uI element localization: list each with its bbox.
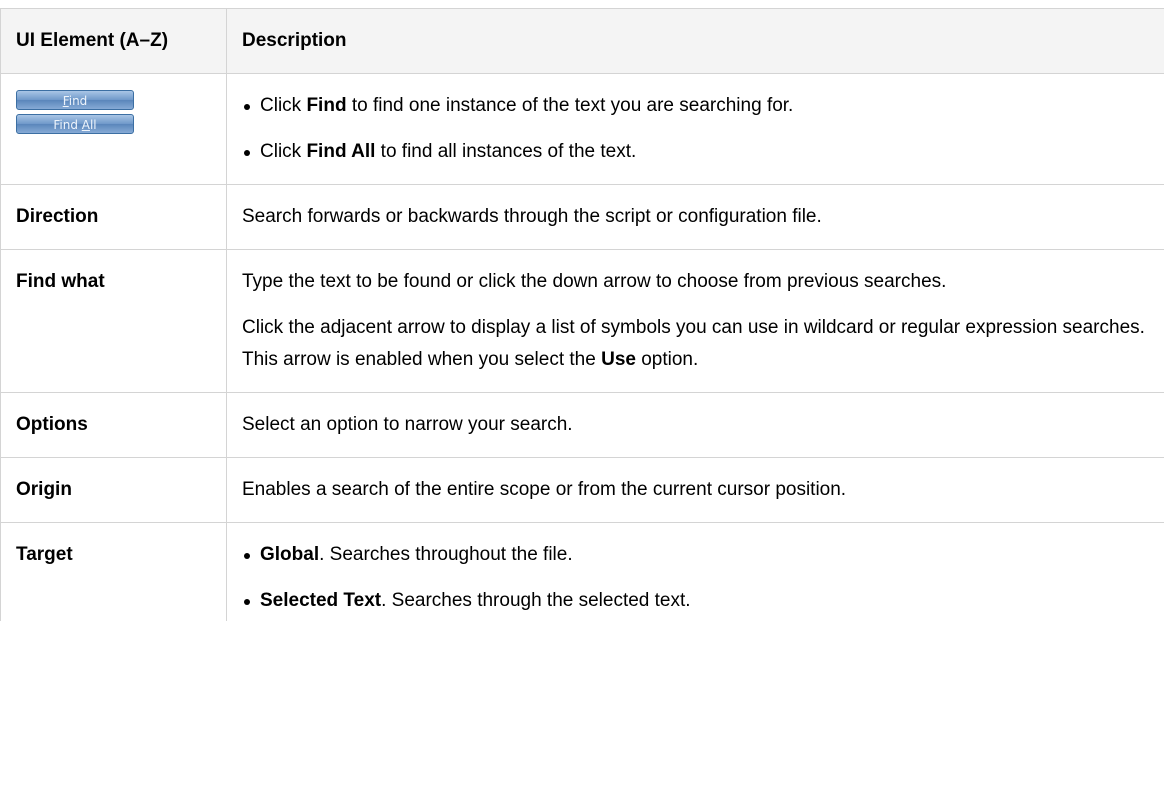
list-item: Click Find All to find all instances of … [242,136,1149,168]
find-all-accelerator: A [81,118,90,132]
row-name-target: Target [0,522,227,621]
table-row: Options Select an option to narrow your … [0,392,1164,458]
row-desc-options: Select an option to narrow your search. [226,392,1164,458]
row-name-find-what: Find what [0,249,227,393]
list-item: Global. Searches throughout the file. [242,539,1149,571]
buttons-cell: Find Find All [0,73,227,185]
paragraph: Click the adjacent arrow to display a li… [242,317,1145,370]
buttons-description: Click Find to find one instance of the t… [226,73,1164,185]
table-row: Find Find All Click Find to find one ins… [0,73,1164,185]
table-row: Find what Type the text to be found or c… [0,249,1164,393]
row-name-origin: Origin [0,457,227,523]
row-desc-target: Global. Searches throughout the file. Se… [226,522,1164,621]
find-all-button[interactable]: Find All [16,114,134,134]
paragraph: Type the text to be found or click the d… [242,271,947,292]
row-desc-find-what: Type the text to be found or click the d… [226,249,1164,393]
header-description: Description [226,8,1164,74]
find-button[interactable]: Find [16,90,134,110]
list-item: Click Find to find one instance of the t… [242,90,1149,122]
header-row: UI Element (A–Z) Description [0,8,1164,74]
ui-elements-table: UI Element (A–Z) Description Find Find A… [0,8,1164,621]
row-name-direction: Direction [0,184,227,250]
row-name-options: Options [0,392,227,458]
table-row: Origin Enables a search of the entire sc… [0,457,1164,523]
table-row: Direction Search forwards or backwards t… [0,184,1164,250]
list-item: Selected Text. Searches through the sele… [242,585,1149,617]
row-desc-direction: Search forwards or backwards through the… [226,184,1164,250]
table-row: Target Global. Searches throughout the f… [0,522,1164,621]
row-desc-origin: Enables a search of the entire scope or … [226,457,1164,523]
header-ui-element: UI Element (A–Z) [0,8,227,74]
